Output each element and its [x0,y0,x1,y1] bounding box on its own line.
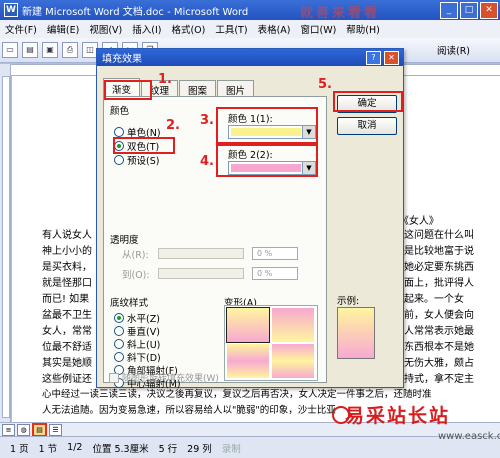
to-slider[interactable] [158,268,244,279]
overlay-text: 就善来看看 [300,6,381,21]
variant-1[interactable] [226,307,270,343]
help-icon[interactable]: ? [366,51,381,65]
annotation-box-4 [216,144,318,177]
menu-help[interactable]: 帮助(H) [341,22,385,36]
menu-bar: 文件(F) 编辑(E) 视图(V) 插入(I) 格式(O) 工具(T) 表格(A… [0,20,500,39]
variant-3[interactable] [227,344,269,378]
doc-line-left: 女人，常常 [42,326,92,337]
new-document-icon[interactable]: ▭ [2,42,18,58]
variants-grid [224,305,318,381]
variant-2[interactable] [272,308,314,342]
cancel-button[interactable]: 取消 [337,117,397,135]
maximize-button[interactable]: □ [460,2,478,19]
shading-diagonal-up[interactable]: 斜上(U) [114,337,160,351]
status-line: 5 行 [158,443,178,455]
doc-line-right: 持式，拿不定主 [404,374,474,385]
doc-line-right: 她必定要东挑西 [404,262,474,273]
status-section: 1 节 [38,443,58,455]
doc-line-left: 位最不舒适 [42,342,92,353]
menu-format[interactable]: 格式(O) [166,22,210,36]
watermark-url: www.easck.com [438,431,500,442]
doc-line-right: 这问题在什么叫 [404,230,474,241]
annotation-label-4: 4. [200,154,214,169]
menu-insert[interactable]: 插入(I) [127,22,166,36]
menu-view[interactable]: 视图(V) [84,22,127,36]
shading-diagonal-down[interactable]: 斜下(D) [114,350,161,364]
from-slider[interactable] [158,248,244,259]
shading-group-label: 底纹样式 [110,298,149,309]
doc-line-left: 有人说女人 [42,230,92,241]
menu-tools[interactable]: 工具(T) [210,22,252,36]
doc-line-right: 是比较地富于说 [404,246,474,257]
doc-line-bottom: 人无法追随。因为变易急速，所以容易给人以"脆弱"的印象，沙士比亚 [42,405,336,416]
annotation-box-2 [113,137,175,154]
shading-horizontal[interactable]: 水平(Z) [114,311,160,325]
read-mode-button[interactable]: 阅读(R) [437,43,470,57]
page-view-icon[interactable]: ▤ [32,423,47,437]
to-label: 到(O): [122,270,150,281]
rotate-with-shape-checkbox[interactable]: 随图形旋转填充效果(W) [109,371,219,384]
annotation-box-5 [333,91,403,112]
annotation-label-2: 2. [166,118,180,133]
doc-title-fragment: (《女人》 [400,216,439,227]
annotation-label-5: 5. [318,77,332,92]
shading-vertical[interactable]: 垂直(V) [114,324,160,338]
save-icon[interactable]: ▣ [42,42,58,58]
doc-line-right: 起来。一个女 [404,294,464,305]
web-view-icon[interactable]: ◍ [17,424,30,436]
annotation-box-3 [216,107,318,144]
status-position: 位置 5.3厘米 [92,443,149,455]
vertical-ruler [2,76,10,418]
from-spinner[interactable]: 0 % [252,247,298,260]
doc-line-right: 无伤大雅，颇占 [404,358,474,369]
doc-line-right: 人常常表示她最 [404,326,474,337]
normal-view-icon[interactable]: ≡ [2,424,15,436]
open-folder-icon[interactable]: ▤ [22,42,38,58]
doc-line-left: 是买衣料， [42,262,92,273]
annotation-label-1: 1. [158,72,172,87]
close-button[interactable]: ✕ [480,2,498,19]
minimize-button[interactable]: _ [440,2,458,19]
colors-group-label: 颜色 [110,106,130,117]
outline-view-icon[interactable]: ☰ [49,424,62,436]
watermark-text: 易采站长站 [345,405,451,427]
title-bar: W 新建 Microsoft Word 文档.doc - Microsoft W… [0,0,500,21]
menu-window[interactable]: 窗口(W) [295,22,341,36]
menu-edit[interactable]: 编辑(E) [42,22,84,36]
radio-preset[interactable]: 预设(S) [114,153,159,167]
annotation-label-3: 3. [200,113,214,128]
doc-line-bottom: 心中经过一读三读三读，决议之後再复议，复议之后再否决，女人决定一件事之后，还随时… [42,389,432,400]
transparency-group-label: 透明度 [110,235,139,246]
menu-file[interactable]: 文件(F) [0,22,42,36]
doc-line-right: 前，女人便会向 [404,310,474,321]
dialog-close-icon[interactable]: ✕ [384,51,399,65]
from-label: 从(R): [122,250,149,261]
status-record: 录制 [221,443,241,455]
doc-line-left: 盆最不卫生 [42,310,92,321]
annotation-box-1 [104,80,152,100]
sample-label: 示例: [337,296,360,307]
doc-line-left: 而已! 如果 [42,294,90,305]
dialog-title-bar: 填充效果 [97,49,403,66]
menu-table[interactable]: 表格(A) [253,22,296,36]
status-page: 1 页 [10,443,29,455]
window-title: 新建 Microsoft Word 文档.doc - Microsoft Wor… [22,6,249,18]
doc-line-right: 东西根本不是她 [404,342,474,353]
sample-preview [337,307,375,359]
doc-line-left: 其实是她顺 [42,358,92,369]
status-bar: 1 页 1 节 1/2 位置 5.3厘米 5 行 29 列 录制 [0,436,500,458]
variant-4[interactable] [272,344,314,378]
doc-line-left: 神上小小的 [42,246,92,257]
status-page-count: 1/2 [67,442,83,453]
to-spinner[interactable]: 0 % [252,267,298,280]
doc-line-left: 这些例证还 [42,374,92,385]
doc-line-left: 就是怪那口 [42,278,92,289]
print-icon[interactable]: ⎙ [62,42,78,58]
doc-line-right: 面上，批评得人 [404,278,474,289]
status-column: 29 列 [187,443,212,455]
dialog-title: 填充效果 [102,54,142,65]
word-icon: W [4,3,18,17]
